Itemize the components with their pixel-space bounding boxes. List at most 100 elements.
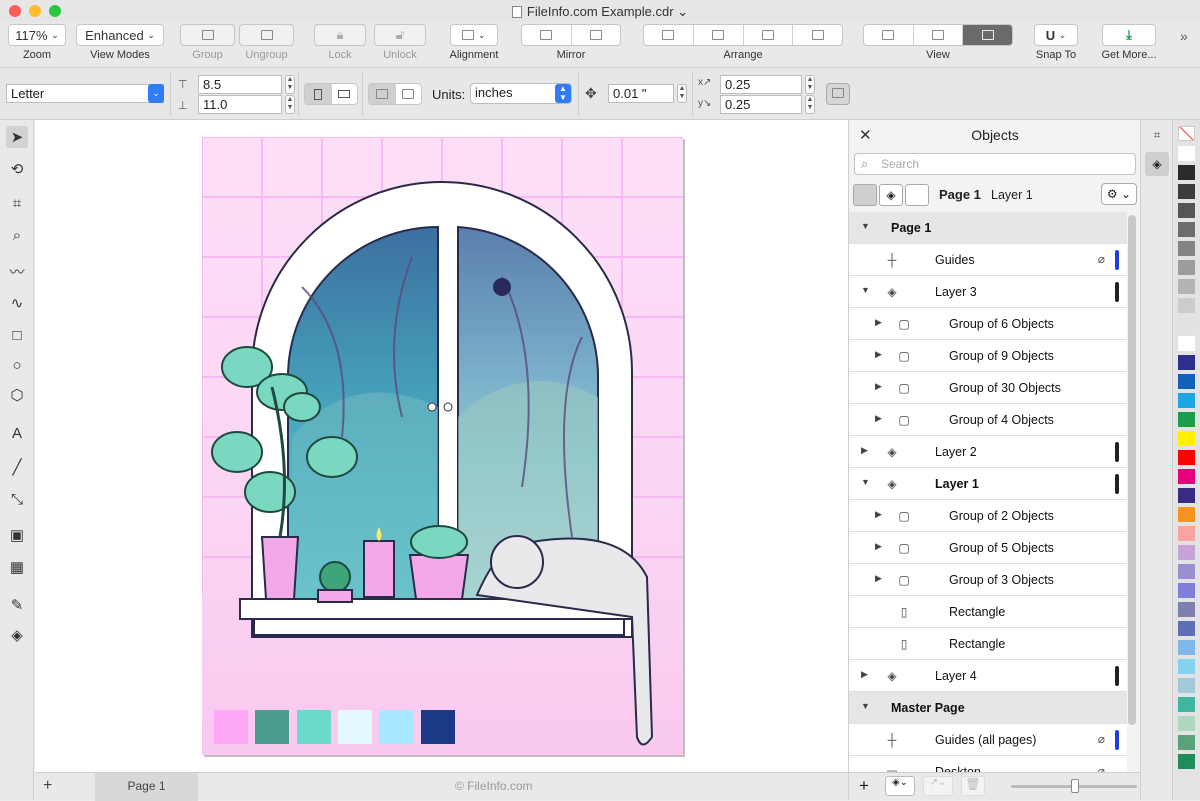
object-tree-row[interactable]: ▶ ▢ Group of 5 Objects [849,532,1127,564]
expand-arrow-icon[interactable]: ▶ [875,381,882,392]
page-height-input[interactable]: 11.0 [198,95,282,114]
palette-color[interactable] [1178,336,1195,351]
object-tree-row[interactable]: ▶ ▢ Group of 9 Objects [849,340,1127,372]
object-tree-row[interactable]: ▼ ◈ Layer 3 [849,276,1127,308]
portrait-button[interactable] [305,84,332,104]
layers-view-button[interactable]: ◈ [879,184,903,206]
palette-color[interactable] [1178,146,1195,161]
show-objects-button[interactable] [853,184,877,206]
crop-tool-icon[interactable]: ⌗ [6,192,28,214]
palette-color[interactable] [1178,640,1195,655]
duplicate-x-input[interactable]: 0.25 [720,75,802,94]
object-tree-row[interactable]: ▶ ▢ Group of 4 Objects [849,404,1127,436]
new-master-layer-button[interactable]: ◈⌄ [885,776,915,796]
text-tool-icon[interactable]: A [6,422,28,444]
page-width-stepper[interactable]: ▲ ▼ [285,75,295,94]
polygon-tool-icon[interactable]: ⬡ [6,384,28,406]
zoom-dropdown[interactable]: 117% ⌄ [8,24,66,46]
collapse-arrow-icon[interactable]: ▼ [861,477,870,487]
palette-color[interactable] [1178,526,1195,541]
palette-color[interactable] [1178,602,1195,617]
print-disabled-icon[interactable]: ⌀ [1098,732,1105,746]
duplicate-x-stepper[interactable]: ▲ ▼ [805,75,815,94]
page-tab[interactable]: Page 1 [95,773,198,801]
palette-color[interactable] [1178,621,1195,636]
palette-color[interactable] [1178,355,1195,370]
grid-button[interactable] [914,25,964,45]
collapse-arrow-icon[interactable]: ▼ [861,701,870,711]
guidelines-button[interactable] [963,25,1012,45]
palette-color[interactable] [1178,450,1195,465]
object-tree-row[interactable]: ▶ ▢ Group of 6 Objects [849,308,1127,340]
expand-arrow-icon[interactable]: ▶ [875,509,882,520]
palette-color[interactable] [1178,431,1195,446]
page-height-stepper[interactable]: ▲ ▼ [285,95,295,114]
drop-shadow-tool-icon[interactable]: ▣ [6,524,28,546]
ellipse-tool-icon[interactable]: ○ [6,354,28,376]
nudge-stepper[interactable]: ▲ ▼ [677,84,687,103]
page-width-input[interactable]: 8.5 [198,75,282,94]
palette-color[interactable] [1178,507,1195,522]
palette-color[interactable] [1178,165,1195,180]
expand-arrow-icon[interactable]: ▶ [875,413,882,424]
connector-tool-icon[interactable]: ⤡ [6,488,28,510]
object-tree-row[interactable]: ┼ Guides (all pages) ⌀ [849,724,1127,756]
object-tree-row[interactable]: ▼ Page 1 [849,212,1127,244]
to-front-button[interactable] [644,25,694,45]
collapse-arrow-icon[interactable]: ▼ [861,221,870,231]
palette-color[interactable] [1178,659,1195,674]
object-tree-row[interactable]: ▶ ◈ Layer 4 [849,660,1127,692]
object-tree-row[interactable]: ▶ ▢ Group of 3 Objects [849,564,1127,596]
palette-color[interactable] [1178,697,1195,712]
print-disabled-icon[interactable]: ⌀ [1098,252,1105,266]
forward-one-button[interactable] [694,25,744,45]
palette-color[interactable] [1178,184,1195,199]
properties-tab-icon[interactable]: ⌗ [1147,124,1167,146]
mirror-horizontal-button[interactable] [522,25,572,45]
palette-color[interactable] [1178,583,1195,598]
palette-color[interactable] [1178,545,1195,560]
group-button[interactable] [180,24,235,46]
palette-color[interactable] [1178,374,1195,389]
palette-color[interactable] [1178,317,1195,332]
thumbnail-size-handle[interactable] [1071,779,1079,793]
palette-color[interactable] [1178,279,1195,294]
expand-arrow-icon[interactable]: ▶ [861,669,868,680]
document-page[interactable] [201,136,683,755]
pick-tool-icon[interactable]: ➤ [6,126,28,148]
add-page-button[interactable]: + [43,777,52,795]
rectangle-tool-icon[interactable]: □ [6,324,28,346]
unlock-button[interactable]: 🔓︎ [374,24,426,46]
palette-color[interactable] [1178,393,1195,408]
nudge-distance-input[interactable]: 0.01 " [608,84,674,103]
object-tree-row[interactable]: ▼ ◈ Layer 1 [849,468,1127,500]
fill-tool-icon[interactable]: ◈ [6,624,28,646]
expand-arrow-icon[interactable]: ▶ [875,573,882,584]
palette-color[interactable] [1178,469,1195,484]
palette-color[interactable] [1178,222,1195,237]
eyedropper-tool-icon[interactable]: ✎ [6,594,28,616]
pages-view-button[interactable] [905,184,929,206]
ungroup-button[interactable] [239,24,294,46]
palette-color[interactable] [1178,754,1195,769]
move-to-layer-button[interactable]: ↗⌄ [923,776,953,796]
to-back-button[interactable] [793,25,842,45]
object-tree-row[interactable]: ▶ ◈ Layer 2 [849,436,1127,468]
docker-options-button[interactable]: ⚙ ⌄ [1101,183,1137,205]
palette-color[interactable] [1178,716,1195,731]
object-tree-row[interactable]: ▶ ▢ Group of 30 Objects [849,372,1127,404]
landscape-button[interactable] [332,84,358,104]
expand-arrow-icon[interactable]: ▶ [861,445,868,456]
snap-to-dropdown[interactable]: U ⌄ [1034,24,1078,46]
expand-arrow-icon[interactable]: ▶ [875,317,882,328]
object-tree-row[interactable]: ▯ Rectangle [849,628,1127,660]
shape-tool-icon[interactable]: ⟲ [6,158,28,180]
zoom-tool-icon[interactable]: ⌕ [6,224,28,246]
lock-button[interactable]: 🔒︎ [314,24,366,46]
rulers-button[interactable] [864,25,914,45]
mirror-vertical-button[interactable] [572,25,621,45]
palette-color[interactable] [1178,678,1195,693]
docker-scrollbar[interactable] [1128,215,1136,725]
objects-search-input[interactable]: Search [854,153,1136,175]
view-modes-dropdown[interactable]: Enhanced ⌄ [76,24,164,46]
